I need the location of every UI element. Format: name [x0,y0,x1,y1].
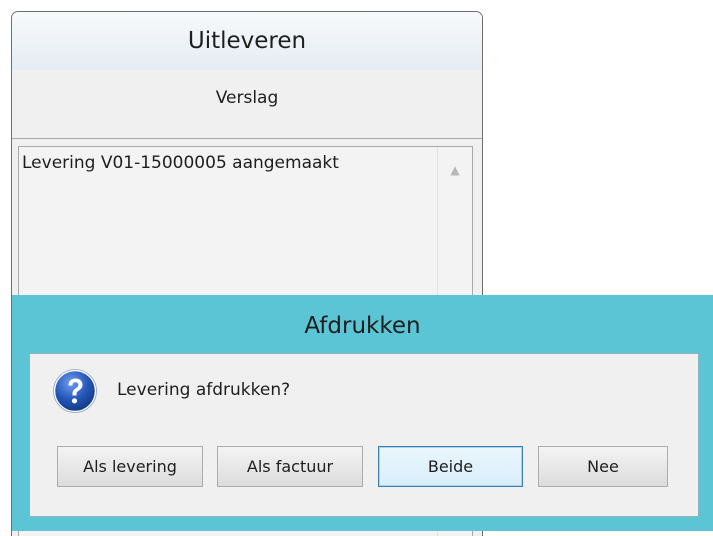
dialog-message: Levering afdrukken? [117,380,291,400]
report-line: Levering V01-15000005 aangemaakt [22,153,339,173]
dialog-body: Levering afdrukken? Als levering Als fac… [29,353,699,517]
divider [12,138,482,139]
afdrukken-dialog: Afdrukken Levering afdrukken? Als leveri… [12,295,713,531]
no-button[interactable]: Nee [538,446,668,487]
section-label: Verslag [215,88,279,108]
scroll-up-icon[interactable]: ▲ [438,163,472,177]
both-button[interactable]: Beide [378,446,523,487]
as-delivery-button[interactable]: Als levering [57,446,203,487]
question-icon [53,369,97,413]
window-title: Uitleveren [12,12,482,70]
as-invoice-button[interactable]: Als factuur [217,446,363,487]
dialog-title: Afdrukken [304,313,421,339]
